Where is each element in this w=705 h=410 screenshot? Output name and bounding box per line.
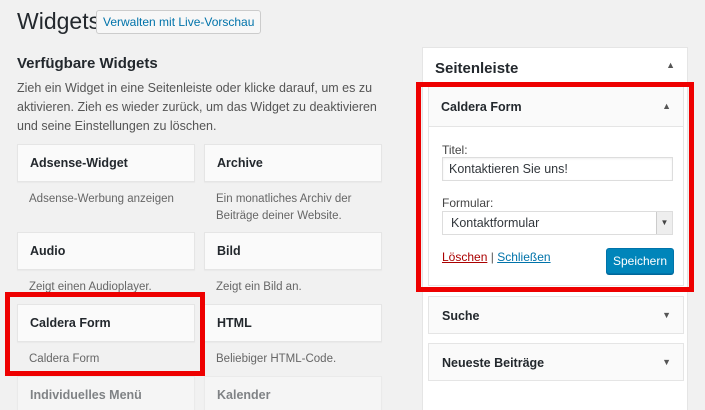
widget-title: Adsense-Widget bbox=[30, 156, 128, 170]
widget-title: Kalender bbox=[217, 388, 271, 402]
expand-down-icon[interactable]: ▼ bbox=[662, 357, 671, 367]
available-widgets-title: Verfügbare Widgets bbox=[17, 55, 158, 72]
widget-kalender[interactable]: Kalender bbox=[204, 376, 382, 410]
widget-individuelles-menue[interactable]: Individuelles Menü bbox=[17, 376, 195, 410]
sidebar-widget-suche[interactable]: Suche ▼ bbox=[428, 296, 684, 334]
widget-archive[interactable]: Archive bbox=[204, 144, 382, 182]
sidebar-widget-neueste-beitraege[interactable]: Neueste Beiträge ▼ bbox=[428, 343, 684, 381]
sidebar-title: Seitenleiste bbox=[435, 60, 519, 77]
widget-description: Adsense-Werbung anzeigen bbox=[29, 193, 174, 205]
collapse-up-icon[interactable]: ▲ bbox=[666, 60, 675, 70]
page-title: Widgets bbox=[17, 8, 101, 34]
widget-title: Bild bbox=[217, 244, 241, 258]
widget-bild[interactable]: Bild bbox=[204, 232, 382, 270]
widget-adsense[interactable]: Adsense-Widget bbox=[17, 144, 195, 182]
widget-audio[interactable]: Audio bbox=[17, 232, 195, 270]
widget-html[interactable]: HTML bbox=[204, 304, 382, 342]
highlight-box-sidebar-caldera bbox=[416, 82, 694, 292]
sidebar-widget-title: Neueste Beiträge bbox=[442, 356, 545, 370]
live-preview-button[interactable]: Verwalten mit Live-Vorschau bbox=[96, 10, 262, 34]
widget-title: HTML bbox=[217, 316, 252, 330]
widget-description: Ein monatliches Archiv der Beiträge dein… bbox=[216, 193, 352, 222]
expand-down-icon[interactable]: ▼ bbox=[662, 310, 671, 320]
widget-title: Individuelles Menü bbox=[30, 388, 142, 402]
widget-description: Beliebiger HTML-Code. bbox=[216, 353, 337, 365]
widget-title: Archive bbox=[217, 156, 263, 170]
available-widgets-description: Zieh ein Widget in eine Seitenleiste ode… bbox=[17, 81, 377, 133]
highlight-box-available-caldera bbox=[5, 292, 205, 376]
widget-description: Zeigt ein Bild an. bbox=[216, 281, 302, 293]
sidebar-widget-title: Suche bbox=[442, 309, 480, 323]
widget-title: Audio bbox=[30, 244, 66, 258]
